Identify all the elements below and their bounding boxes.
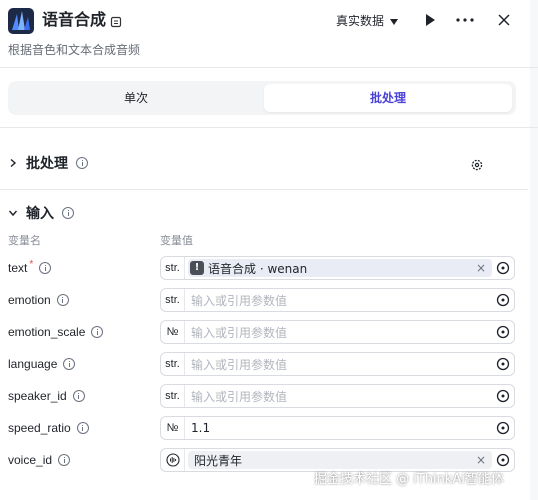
voice-id-field[interactable]: 阳光青年 ×: [160, 448, 515, 472]
speaker-id-input[interactable]: 输入或引用参数值: [185, 388, 496, 405]
mode-tabs: 单次 批处理: [8, 81, 516, 115]
param-label-language: language: [8, 353, 76, 375]
variable-reference-icon[interactable]: [496, 453, 510, 467]
divider: [0, 127, 538, 128]
param-label-voice-id: voice_id: [8, 449, 71, 471]
scrollbar[interactable]: [530, 0, 538, 500]
param-name: emotion_scale: [8, 325, 86, 339]
emotion-scale-input[interactable]: 输入或引用参数值: [185, 324, 496, 341]
chevron-down-icon: [8, 210, 18, 217]
info-icon[interactable]: [58, 454, 71, 466]
variable-reference-icon[interactable]: [496, 421, 510, 435]
edit-icon[interactable]: [110, 13, 122, 28]
emotion-input[interactable]: 输入或引用参数值: [185, 292, 496, 309]
emotion-scale-field[interactable]: № 输入或引用参数值: [160, 320, 515, 344]
watermark: 掘金技术社区 @ iThinkAi智能体: [314, 472, 504, 487]
input-section-toggle[interactable]: 输入: [8, 203, 74, 223]
type-tag: str.: [161, 289, 185, 311]
voice-type-tag: [161, 449, 185, 471]
audio-wave-icon: [165, 453, 180, 467]
info-icon[interactable]: [91, 326, 104, 338]
reference-value: 语音合成 · wenan: [208, 261, 308, 276]
variable-reference-icon[interactable]: [496, 357, 510, 371]
variable-reference-icon[interactable]: [496, 261, 510, 275]
clear-icon[interactable]: ×: [476, 453, 486, 467]
variable-reference-icon[interactable]: [496, 293, 510, 307]
batch-section-toggle[interactable]: 批处理: [8, 153, 88, 173]
info-icon[interactable]: [76, 157, 88, 169]
input-section-title: 输入: [26, 206, 54, 222]
gear-icon: [471, 159, 483, 171]
type-tag: №: [161, 321, 185, 343]
language-input[interactable]: 输入或引用参数值: [185, 356, 496, 373]
batch-section-title: 批处理: [26, 156, 68, 172]
param-name: emotion: [8, 293, 51, 307]
close-icon: [498, 14, 510, 26]
language-field[interactable]: str. 输入或引用参数值: [160, 352, 515, 376]
voice-chip[interactable]: 阳光青年 ×: [188, 451, 492, 469]
variable-reference-icon[interactable]: [496, 389, 510, 403]
divider: [0, 189, 528, 190]
param-name: language: [8, 357, 58, 371]
variable-reference-icon[interactable]: [496, 325, 510, 339]
info-icon[interactable]: [39, 262, 52, 274]
emotion-field[interactable]: str. 输入或引用参数值: [160, 288, 515, 312]
param-name: speaker_id: [8, 389, 67, 403]
close-button[interactable]: [495, 11, 513, 29]
param-name: voice_id: [8, 453, 53, 467]
data-source-select[interactable]: 真实数据: [336, 12, 399, 30]
param-label-text: text *: [8, 257, 52, 279]
reference-chip[interactable]: ! 语音合成 · wenan ×: [188, 259, 492, 277]
param-label-emotion-scale: emotion_scale: [8, 321, 104, 343]
type-tag: str.: [161, 257, 185, 279]
batch-settings-button[interactable]: [470, 157, 484, 171]
node-header: 语音合成 根据音色和文本合成音频 真实数据: [0, 0, 538, 68]
info-icon[interactable]: [62, 207, 74, 219]
speed-ratio-field[interactable]: № 1.1: [160, 416, 515, 440]
data-source-label: 真实数据: [336, 14, 385, 28]
speech-synthesis-logo: [8, 8, 34, 34]
type-tag: str.: [161, 353, 185, 375]
type-tag: str.: [161, 385, 185, 407]
column-header-name: 变量名: [8, 234, 41, 247]
info-icon[interactable]: [76, 422, 89, 434]
param-label-speed-ratio: speed_ratio: [8, 417, 89, 439]
column-header-value: 变量值: [160, 234, 193, 247]
required-mark: *: [29, 258, 34, 270]
param-label-speaker-id: speaker_id: [8, 385, 85, 407]
speed-ratio-input[interactable]: 1.1: [185, 421, 496, 435]
param-label-emotion: emotion: [8, 289, 69, 311]
info-icon[interactable]: [72, 390, 85, 402]
param-name: text: [8, 261, 28, 275]
info-icon[interactable]: [63, 358, 76, 370]
info-icon[interactable]: [56, 294, 69, 306]
play-icon: [426, 14, 435, 26]
param-name: speed_ratio: [8, 421, 71, 435]
tab-single[interactable]: 单次: [12, 84, 260, 112]
type-tag: №: [161, 417, 185, 439]
chevron-right-icon: [10, 158, 17, 168]
chevron-down-icon: [390, 18, 399, 25]
clear-icon[interactable]: ×: [476, 261, 486, 275]
node-description: 根据音色和文本合成音频: [8, 43, 141, 57]
text-field[interactable]: str. ! 语音合成 · wenan ×: [160, 256, 515, 280]
speaker-id-field[interactable]: str. 输入或引用参数值: [160, 384, 515, 408]
node-title: 语音合成: [42, 10, 107, 29]
tab-batch[interactable]: 批处理: [264, 84, 512, 112]
run-button[interactable]: [422, 12, 438, 28]
more-dots-icon: [456, 18, 474, 22]
warning-icon: !: [190, 261, 204, 275]
more-button[interactable]: [455, 12, 475, 28]
voice-value: 阳光青年: [194, 453, 243, 468]
